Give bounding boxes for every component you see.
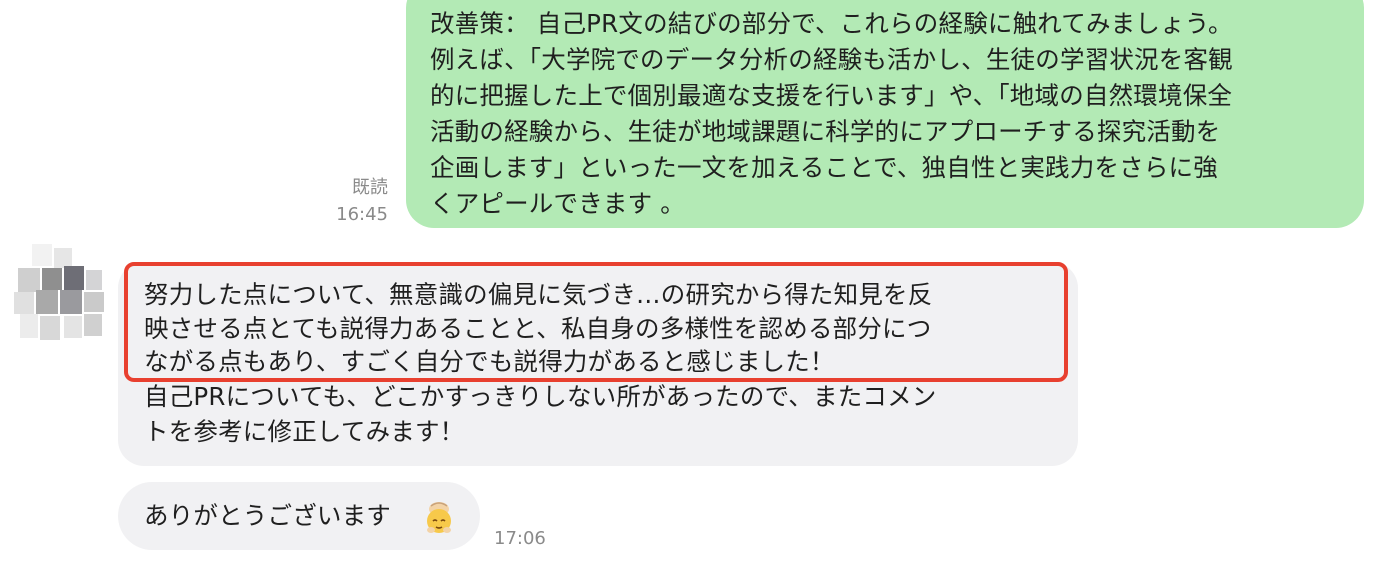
read-receipt: 既読 xyxy=(352,177,388,198)
avatar[interactable] xyxy=(14,244,106,342)
bowing-face-emoji-icon xyxy=(427,502,451,533)
sent-timestamp: 16:45 xyxy=(336,204,388,225)
received-message-line: トを参考に修正してみます！ xyxy=(144,417,465,446)
sent-message-bubble[interactable]: 改善策： 自己PR文の結びの部分で、これらの経験に触れてみましょう。 例えば、「… xyxy=(406,0,1364,228)
received-message-2-text: ありがとうございます xyxy=(144,501,391,530)
received-message-line: 自己PRについても、どこかすっきりしない所があったので、またコメン xyxy=(144,382,937,411)
sent-message-text: 改善策： 自己PR文の結びの部分で、これらの経験に触れてみましょう。 例えば、「… xyxy=(430,9,1233,218)
highlight-annotation-box xyxy=(124,262,1068,382)
received-timestamp: 17:06 xyxy=(494,528,546,549)
